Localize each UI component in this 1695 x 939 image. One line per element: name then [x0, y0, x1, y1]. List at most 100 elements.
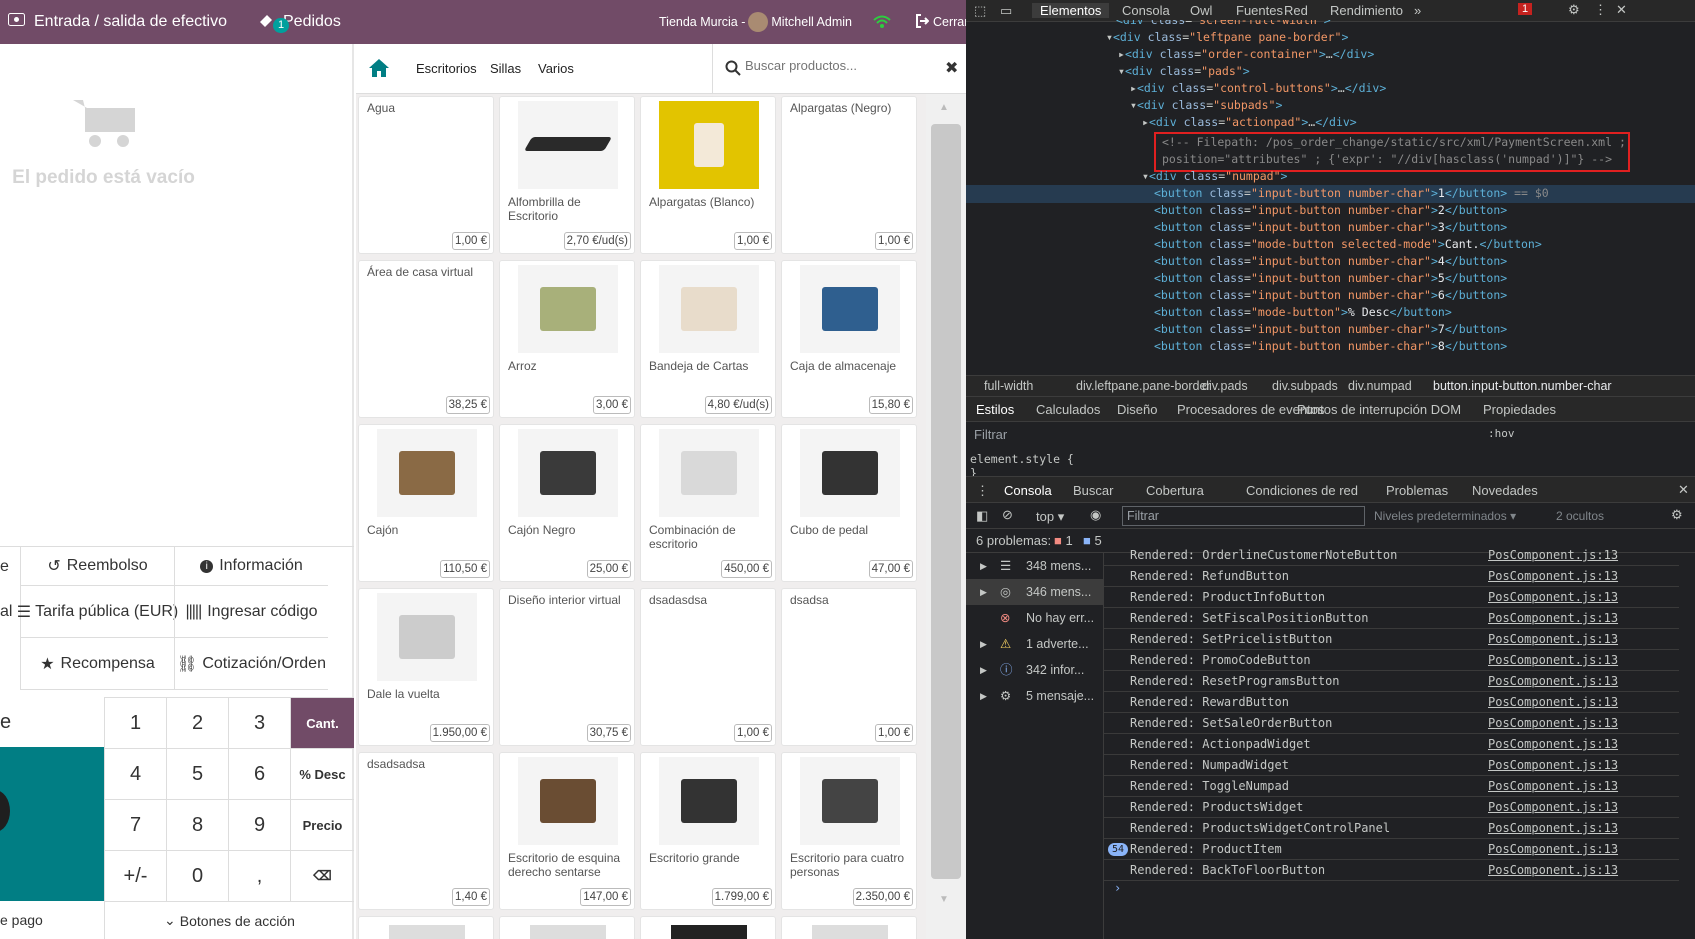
product-card[interactable]: [781, 916, 917, 939]
sidebar-toggle-icon[interactable]: ◧: [976, 508, 988, 524]
numpad-key[interactable]: 2: [166, 697, 228, 748]
product-card[interactable]: Arroz 3,00 €: [499, 260, 635, 418]
log-source-link[interactable]: PosComponent.js:13: [1488, 860, 1618, 881]
numpad-key[interactable]: 0: [166, 850, 228, 901]
console-sidebar-item[interactable]: ▶ ⚙ 5 mensaje...: [966, 683, 1104, 709]
category-sillas[interactable]: Sillas: [490, 61, 521, 76]
tree-pads[interactable]: ▾<div class="pads">: [1118, 63, 1250, 81]
numpad-key[interactable]: ,: [228, 850, 290, 901]
breadcrumb-item[interactable]: button.input-button.number-char: [1433, 379, 1612, 393]
styles-tab[interactable]: Puntos de interrupción DOM: [1297, 402, 1461, 417]
numpad-key[interactable]: ⌫: [290, 850, 354, 901]
product-card[interactable]: [499, 916, 635, 939]
devtools-tab[interactable]: Rendimiento: [1330, 3, 1403, 18]
log-source-link[interactable]: PosComponent.js:13: [1488, 587, 1618, 608]
drawer-tab[interactable]: Cobertura: [1146, 483, 1204, 498]
log-source-link[interactable]: PosComponent.js:13: [1488, 629, 1618, 650]
inspect-icon[interactable]: ⬚: [974, 3, 986, 19]
numpad-key[interactable]: Precio: [290, 799, 354, 850]
quotation-button[interactable]: ⛓ Cotización/Orden: [174, 638, 328, 690]
product-card[interactable]: [358, 916, 494, 939]
refund-button[interactable]: ↺ Reembolso: [20, 547, 174, 586]
numpad-key[interactable]: Cant.: [290, 697, 354, 748]
cut-button-1[interactable]: e: [0, 547, 20, 586]
console-filter-input[interactable]: Filtrar: [1122, 506, 1365, 526]
product-card[interactable]: Dale la vuelta 1.950,00 €: [358, 588, 494, 746]
breadcrumb-item[interactable]: div.subpads: [1272, 379, 1338, 393]
tree-button[interactable]: <button class="input-button number-char"…: [1154, 338, 1507, 356]
product-card[interactable]: Alpargatas (Negro) 1,00 €: [781, 96, 917, 254]
styles-filter[interactable]: Filtrar: [974, 427, 1007, 442]
search-input[interactable]: [745, 58, 925, 73]
product-card[interactable]: Escritorio de esquina derecho sentarse 14…: [499, 752, 635, 910]
product-card[interactable]: Área de casa virtual 38,25 €: [358, 260, 494, 418]
console-settings-icon[interactable]: ⚙: [1671, 507, 1683, 523]
action-buttons-toggle[interactable]: ⌄ Botones de acción: [104, 901, 354, 939]
category-varios[interactable]: Varios: [538, 61, 574, 76]
breadcrumb-item[interactable]: div.pads: [1202, 379, 1248, 393]
more-tabs-icon[interactable]: »: [1414, 3, 1421, 18]
numpad-key[interactable]: 5: [166, 748, 228, 799]
numpad-key[interactable]: 8: [166, 799, 228, 850]
tree-control-buttons[interactable]: ▸<div class="control-buttons">…</div>: [1130, 80, 1386, 98]
clear-console-icon[interactable]: ⊘: [1002, 507, 1013, 523]
tree-subpads[interactable]: ▾<div class="subpads">: [1130, 97, 1282, 115]
context-select[interactable]: top ▾: [1036, 509, 1064, 525]
close-drawer-icon[interactable]: ✕: [1678, 482, 1689, 498]
numpad-key[interactable]: 1: [104, 697, 166, 748]
product-card[interactable]: Escritorio grande 1.799,00 €: [640, 752, 776, 910]
styles-tab[interactable]: Estilos: [976, 402, 1014, 417]
device-icon[interactable]: ▭: [1000, 3, 1012, 19]
product-card[interactable]: Diseño interior virtual 30,75 €: [499, 588, 635, 746]
tree-button[interactable]: <button class="input-button number-char"…: [1154, 287, 1507, 305]
hov-toggle[interactable]: :hov: [1488, 427, 1515, 440]
console-sidebar-item[interactable]: ▶ ⚠ 1 adverte...: [966, 631, 1104, 657]
more-icon[interactable]: ⋮: [1594, 2, 1607, 18]
console-sidebar-item[interactable]: ⊗ No hay err...: [966, 605, 1104, 631]
tree-button[interactable]: <button class="input-button number-char"…: [1154, 202, 1507, 220]
product-scrollbar[interactable]: ▲ ▼: [926, 94, 966, 939]
product-card[interactable]: Cajón Negro 25,00 €: [499, 424, 635, 582]
close-button[interactable]: Cerrar: [915, 0, 966, 44]
console-sidebar-item[interactable]: ▶ ⓘ 342 infor...: [966, 657, 1104, 683]
tree-numpad[interactable]: ▾<div class="numpad">: [1142, 168, 1287, 186]
numpad-key[interactable]: 7: [104, 799, 166, 850]
numpad-key[interactable]: % Desc: [290, 748, 354, 799]
expand-arrow-icon[interactable]: ▶: [980, 631, 987, 657]
product-card[interactable]: dsadasdsa 1,00 €: [640, 588, 776, 746]
pricelist-button[interactable]: ☰ Tarifa pública (EUR): [17, 586, 178, 638]
product-card[interactable]: Bandeja de Cartas 4,80 €/ud(s): [640, 260, 776, 418]
product-card[interactable]: Alfombrilla de Escritorio 2,70 €/ud(s): [499, 96, 635, 254]
home-icon[interactable]: [368, 58, 390, 83]
tree-leftpane[interactable]: ▾<div class="leftpane pane-border">: [1106, 29, 1348, 47]
reward-button[interactable]: ★ Recompensa: [20, 638, 174, 690]
expand-arrow-icon[interactable]: ▶: [980, 579, 987, 605]
product-card[interactable]: Cajón 110,50 €: [358, 424, 494, 582]
product-card[interactable]: Agua 1,00 €: [358, 96, 494, 254]
devtools-tab[interactable]: Red: [1284, 3, 1308, 18]
styles-tab[interactable]: Diseño: [1117, 402, 1157, 417]
console-sidebar-item[interactable]: ▶ ◎ 346 mens...: [966, 579, 1104, 605]
console-prompt-icon[interactable]: ›: [1114, 881, 1121, 895]
tree-button[interactable]: <button class="input-button number-char"…: [1154, 219, 1507, 237]
log-source-link[interactable]: PosComponent.js:13: [1488, 713, 1618, 734]
product-card[interactable]: Alpargatas (Blanco) 1,00 €: [640, 96, 776, 254]
log-source-link[interactable]: PosComponent.js:13: [1488, 839, 1618, 860]
drawer-tab[interactable]: Novedades: [1472, 483, 1538, 498]
breadcrumb-item[interactable]: div.leftpane.pane-border: [1076, 379, 1211, 393]
payment-button[interactable]: [0, 747, 104, 901]
tree-button[interactable]: <button class="input-button number-char"…: [966, 185, 1695, 203]
log-source-link[interactable]: PosComponent.js:13: [1488, 608, 1618, 629]
expand-arrow-icon[interactable]: ▶: [980, 657, 987, 683]
log-source-link[interactable]: PosComponent.js:13: [1488, 818, 1618, 839]
log-source-link[interactable]: PosComponent.js:13: [1488, 650, 1618, 671]
devtools-tab[interactable]: Owl: [1190, 3, 1212, 18]
log-source-link[interactable]: PosComponent.js:13: [1488, 755, 1618, 776]
tree-order-container[interactable]: ▸<div class="order-container">…</div>: [1118, 46, 1374, 64]
numpad-key[interactable]: 9: [228, 799, 290, 850]
cash-in-out-button[interactable]: Entrada / salida de efectivo: [8, 0, 227, 44]
customer-button[interactable]: e: [0, 697, 104, 747]
devtools-tab[interactable]: Consola: [1122, 3, 1170, 18]
scroll-down-icon[interactable]: ▼: [939, 894, 949, 905]
close-devtools-icon[interactable]: ✕: [1616, 2, 1627, 18]
